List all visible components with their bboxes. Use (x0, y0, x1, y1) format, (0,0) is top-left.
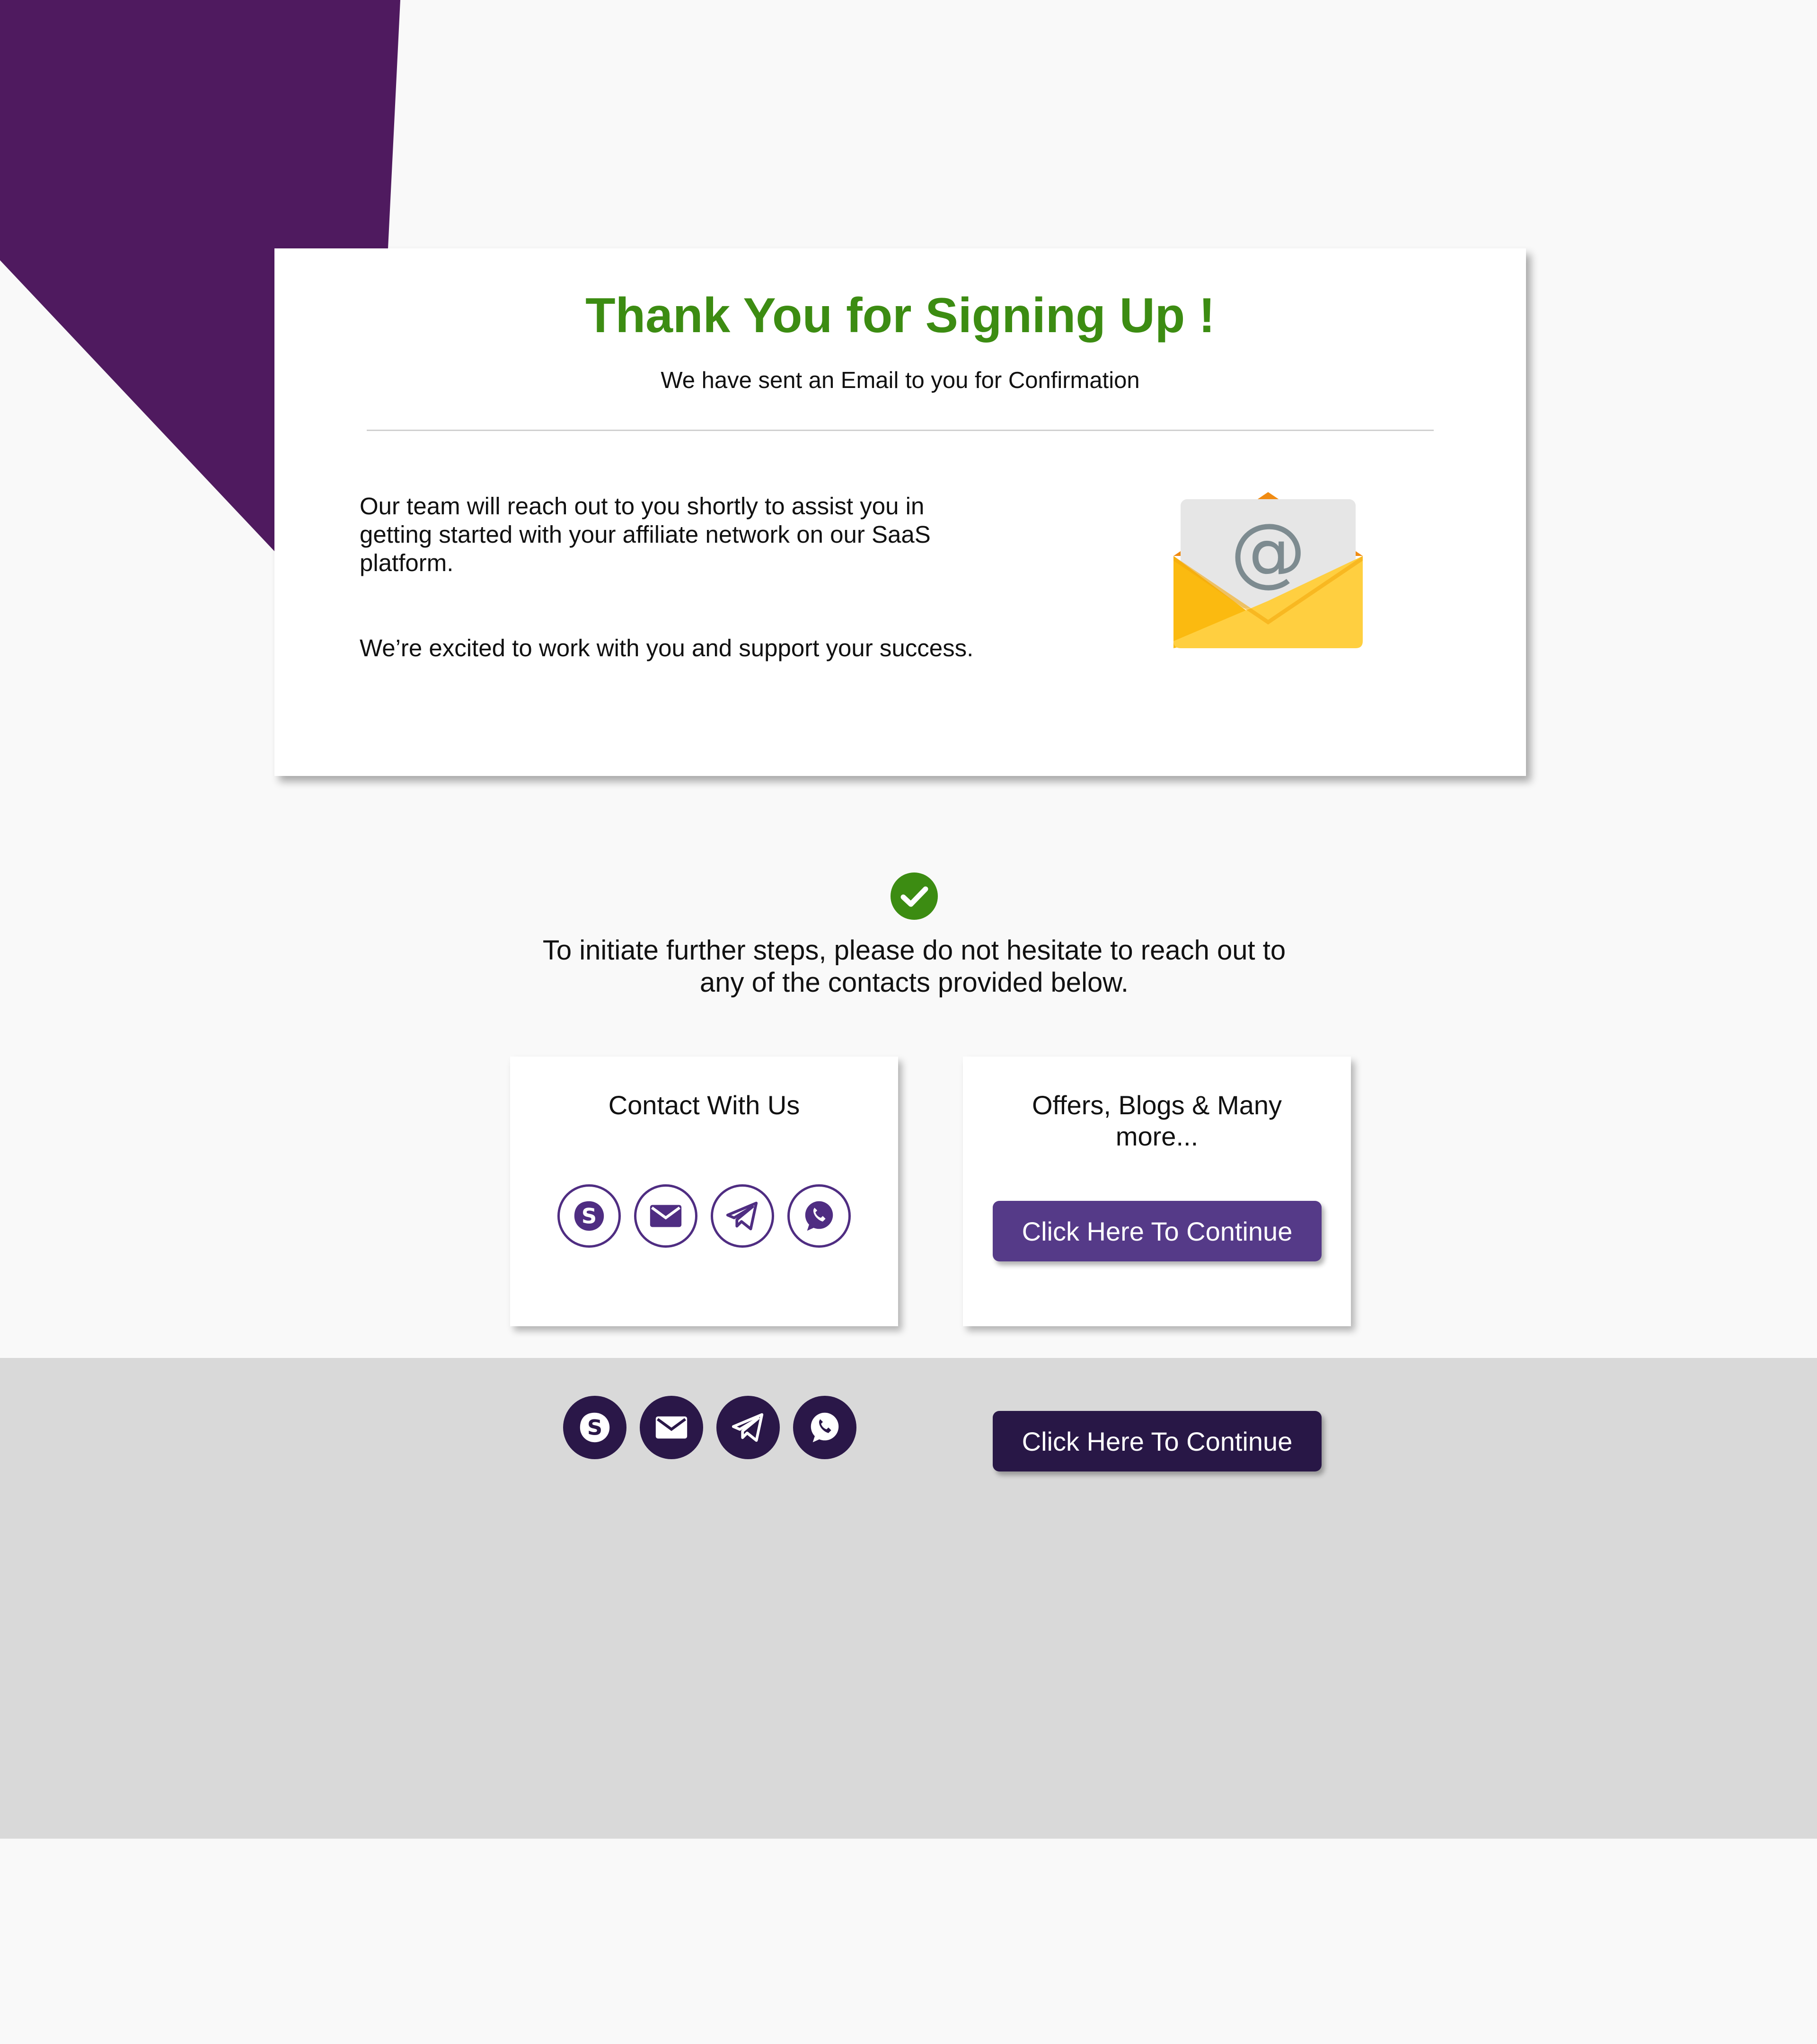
footer-continue-button[interactable]: Click Here To Continue (993, 1411, 1322, 1471)
divider (367, 430, 1434, 431)
svg-text:@: @ (1230, 507, 1306, 595)
whatsapp-icon[interactable] (793, 1396, 856, 1459)
continue-button[interactable]: Click Here To Continue (993, 1201, 1322, 1261)
whatsapp-icon[interactable] (787, 1184, 851, 1248)
svg-text:S: S (587, 1415, 602, 1440)
offers-card: Offers, Blogs & Many more... Click Here … (963, 1057, 1351, 1326)
skype-icon[interactable]: S (557, 1184, 621, 1248)
skype-icon[interactable]: S (563, 1396, 626, 1459)
mail-icon[interactable] (634, 1184, 697, 1248)
telegram-icon[interactable] (711, 1184, 774, 1248)
telegram-icon[interactable] (716, 1396, 780, 1459)
contact-card: Contact With Us S (510, 1057, 898, 1326)
page-title: Thank You for Signing Up ! (585, 288, 1215, 343)
confirmation-card: Thank You for Signing Up ! We have sent … (274, 248, 1526, 776)
contact-card-title: Contact With Us (608, 1090, 800, 1120)
footer-band (0, 1358, 1817, 1839)
mail-icon[interactable] (640, 1396, 703, 1459)
team-message: Our team will reach out to you shortly t… (360, 493, 931, 576)
excited-message: We’re excited to work with you and suppo… (360, 634, 974, 661)
check-circle-icon (891, 872, 938, 920)
confirmation-subtitle: We have sent an Email to you for Confirm… (661, 368, 1140, 393)
next-steps-message: To initiate further steps, please do not… (542, 935, 1286, 998)
contact-icons: S (557, 1184, 851, 1248)
svg-text:S: S (582, 1204, 597, 1229)
envelope-email-icon: @ (1173, 492, 1363, 648)
offers-card-title: Offers, Blogs & Many more... (1032, 1090, 1282, 1151)
footer-contact-icons: S (563, 1396, 856, 1459)
